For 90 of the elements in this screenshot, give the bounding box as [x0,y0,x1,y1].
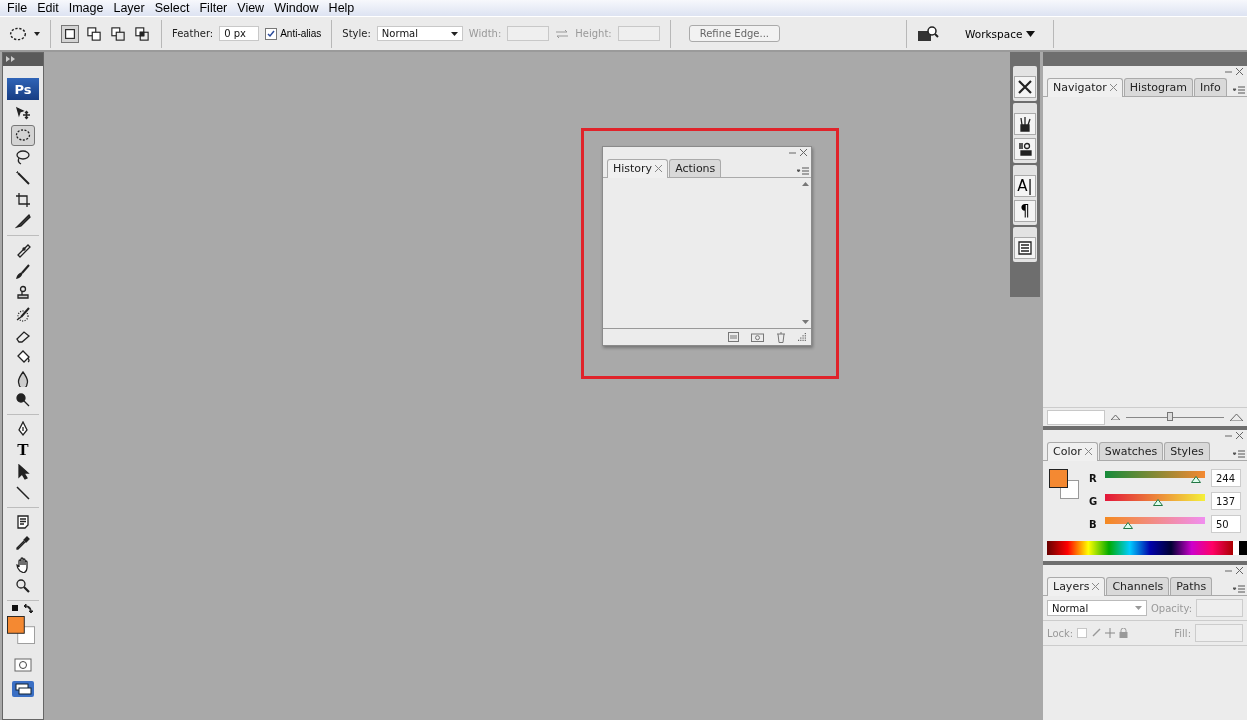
channel-value-field[interactable]: 137 [1211,492,1241,510]
camera-icon[interactable] [751,332,764,342]
caret-icon[interactable] [450,31,458,36]
panel-menu-icon[interactable] [1233,450,1245,458]
channel-value-field[interactable]: 50 [1211,515,1241,533]
slider-thumb[interactable] [1167,411,1174,421]
close-icon[interactable] [1236,68,1243,75]
close-icon[interactable] [1236,432,1243,439]
folder-search-icon[interactable] [917,24,940,43]
swap-colors-icon[interactable] [11,604,35,614]
menu-item[interactable]: Edit [32,1,64,15]
quick-mask-icon[interactable] [14,658,32,672]
slider-thumb[interactable] [1122,521,1133,529]
expand-icon[interactable] [6,56,15,62]
checkmark-icon [267,29,276,38]
panel-menu-icon[interactable] [1233,585,1245,593]
menu-item[interactable]: File [2,1,33,15]
panel-tab[interactable]: History [607,159,669,178]
panel-tab[interactable]: Styles [1164,442,1210,460]
channel-label: B [1089,518,1098,530]
color-swatches[interactable] [7,616,35,644]
panel-tab[interactable]: Histogram [1123,78,1193,96]
channel-value-field[interactable]: 244 [1211,469,1241,487]
ellipse-marquee-icon[interactable] [11,124,35,146]
zoom-in-icon[interactable] [1230,413,1243,421]
resize-grip-icon[interactable] [798,332,807,342]
lock-label: Lock: [1047,627,1074,639]
screen-mode-icon[interactable] [11,680,35,698]
panel-tab[interactable]: Layers [1047,577,1106,596]
menu-item[interactable]: Window [269,1,324,15]
panel-tab[interactable]: Swatches [1098,442,1164,460]
menu-item[interactable]: Filter [194,1,233,15]
text-panel-button[interactable]: A| [1014,175,1036,197]
style-label: Style: [342,28,371,39]
opacity-field[interactable] [1196,599,1243,617]
slider-thumb[interactable] [1191,475,1202,483]
caret-icon[interactable] [34,31,40,36]
clone-stamp-icon[interactable] [1014,138,1036,160]
zoom-out-icon[interactable] [1111,414,1120,420]
panel-tab[interactable]: Channels [1106,577,1170,595]
selection-mode-icon[interactable] [61,24,79,43]
selection-mode-icon[interactable] [85,24,103,43]
blend-mode-dropdown[interactable]: Normal [1047,600,1147,616]
color-swatches[interactable] [1049,469,1079,499]
fill-label: Fill: [1174,627,1191,639]
document-icon[interactable] [728,332,739,342]
width-label: Width: [468,28,502,39]
caret-icon[interactable] [1026,30,1036,37]
workspace-menu[interactable]: Workspace [959,26,1042,41]
close-icon[interactable] [655,165,663,172]
selection-mode-icon[interactable] [109,24,127,43]
brush-pot-icon[interactable] [1014,113,1036,135]
panel-tab[interactable]: Color [1047,442,1098,461]
panel-menu-icon[interactable] [1233,86,1245,94]
scroll-up-icon[interactable] [801,182,809,186]
channel-label: G [1089,495,1099,507]
color-spectrum[interactable] [1047,541,1247,555]
height-label: Height: [575,28,612,39]
refine-edge-button[interactable]: Refine Edge... [688,25,781,42]
panel-tab[interactable]: Paths [1170,577,1213,595]
close-icon[interactable] [800,149,807,156]
close-icon[interactable] [1236,567,1243,574]
app-logo[interactable]: Ps [7,78,39,100]
channel-label: R [1089,472,1098,484]
trash-icon[interactable] [776,331,786,343]
close-icon[interactable] [1084,448,1092,455]
scroll-down-icon[interactable] [801,320,809,324]
feather-label: Feather: [172,28,214,39]
slider-thumb[interactable] [1153,498,1164,506]
close-icon[interactable] [1109,84,1117,91]
panel-tab[interactable]: Navigator [1047,78,1123,97]
menu-item[interactable]: Layer [108,1,150,15]
style-dropdown[interactable]: Normal [376,26,463,41]
anti-alias-checkbox[interactable]: Anti-alias [265,27,322,40]
panel-tab[interactable]: Info [1193,78,1227,96]
fill-field[interactable] [1195,624,1243,642]
menu-item[interactable]: View [232,1,270,15]
text-panel-button[interactable]: ¶ [1014,200,1036,222]
feather-field[interactable]: 0 px [219,26,260,41]
layer-comps-icon[interactable] [1014,237,1036,259]
menu-item[interactable]: Select [149,1,195,15]
selection-mode-icon[interactable] [133,24,151,43]
menu-item[interactable]: Image [63,1,109,15]
panel-tab[interactable]: Actions [669,159,722,177]
zoom-field[interactable] [1047,409,1105,425]
panel-menu-icon[interactable] [797,167,809,175]
type-tool[interactable]: T [11,439,35,461]
menu-item[interactable]: Help [323,1,360,15]
opacity-label: Opacity: [1151,602,1193,614]
close-icon[interactable] [1092,583,1100,590]
